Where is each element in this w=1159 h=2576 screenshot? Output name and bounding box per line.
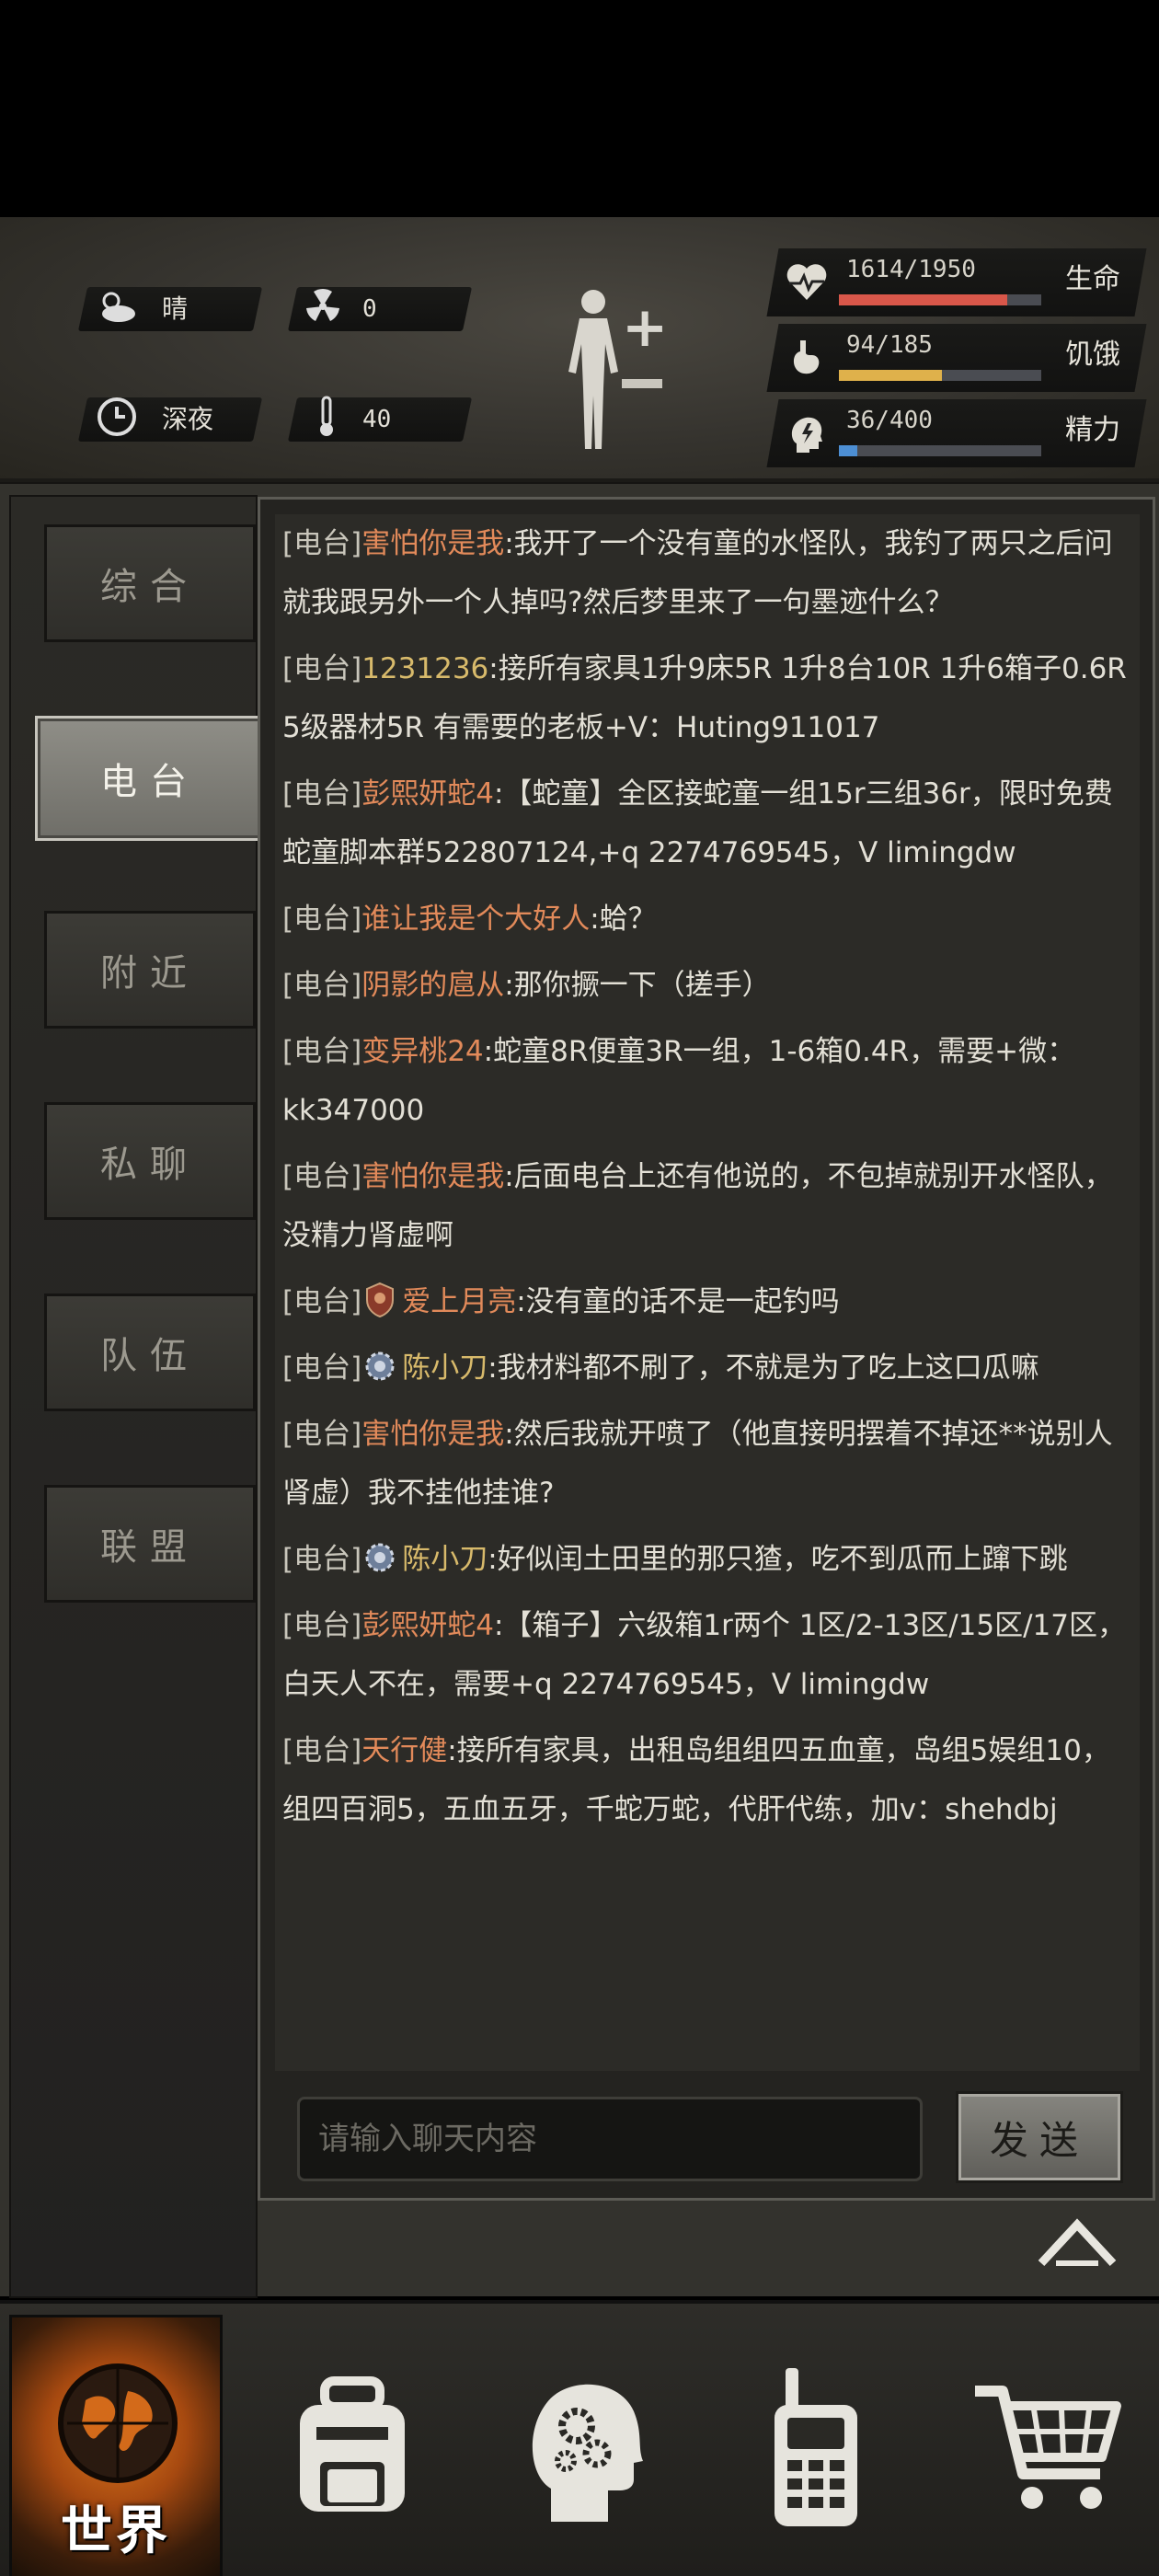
sender-name[interactable]: 陈小刀 <box>402 1351 488 1385</box>
energy-label: 精力 <box>1065 414 1120 446</box>
hunger-bar <box>839 370 1041 381</box>
tab-general[interactable]: 综合 <box>44 524 256 642</box>
sender-name[interactable]: 谁让我是个大好人 <box>361 903 590 936</box>
message-list[interactable]: [电台]害怕你是我:我开了一个没有童的水怪队，我钓了两只之后问就我跟另外一个人掉… <box>275 514 1140 2071</box>
chat-frame: [电台]害怕你是我:我开了一个没有童的水怪队，我钓了两只之后问就我跟另外一个人掉… <box>258 497 1155 2201</box>
bottom-navigation: 世界 <box>0 2300 1159 2576</box>
tab-nearby[interactable]: 附近 <box>44 911 256 1029</box>
hunger-value: 94/185 <box>846 331 933 359</box>
chat-message: [电台]谁让我是个大好人:蛤？ <box>282 903 657 936</box>
health-stat: 1614/1950 生命 <box>766 248 1147 316</box>
chat-input[interactable]: 请输入聊天内容 <box>297 2097 923 2181</box>
shield-badge-icon <box>363 1280 396 1318</box>
sender-name[interactable]: 陈小刀 <box>402 1543 488 1576</box>
weather-icon <box>94 283 140 329</box>
sender-name[interactable]: 害怕你是我 <box>361 527 504 560</box>
hunger-stat: 94/185 饥饿 <box>766 324 1147 392</box>
tab-team[interactable]: 队伍 <box>44 1294 256 1411</box>
nav-backpack-button[interactable] <box>247 2315 458 2576</box>
thermometer-icon <box>304 394 350 440</box>
time-value: 深夜 <box>162 404 214 434</box>
energy-bar <box>839 445 1041 456</box>
chat-message: [电台]彭熙妍蛇4:【蛇童】全区接蛇童一组15r三组36r，限时免费蛇童脚本群5… <box>282 777 1113 869</box>
radiation-value: 0 <box>362 295 377 323</box>
tab-alliance[interactable]: 联盟 <box>44 1485 256 1603</box>
chat-message: [电台]害怕你是我:我开了一个没有童的水怪队，我钓了两只之后问就我跟另外一个人掉… <box>282 527 1113 619</box>
health-label: 生命 <box>1065 263 1120 295</box>
health-value: 1614/1950 <box>846 256 976 283</box>
clock-icon <box>94 394 140 440</box>
walkie-talkie-icon <box>775 2368 857 2526</box>
chat-message: [电台] 陈小刀:好似闰土田里的那只猹，吃不到瓜而上蹿下跳 <box>275 1530 1140 1596</box>
energy-value: 36/400 <box>846 407 933 434</box>
sender-name[interactable]: 阴影的扈从 <box>361 969 504 1002</box>
sender-name[interactable]: 害怕你是我 <box>361 1418 504 1451</box>
body-status-icon[interactable] <box>561 287 625 453</box>
gear-badge-icon <box>363 1346 396 1383</box>
globe-icon <box>58 2363 178 2483</box>
sender-name[interactable]: 变异桃24 <box>361 1035 483 1068</box>
chat-message: [电台] 爱上月亮:没有童的话不是一起钓吗 <box>275 1272 1140 1339</box>
chat-message: [电台]彭熙妍蛇4:【箱子】六级箱1r两个 1区/2-13区/15区/17区，白… <box>282 1609 1127 1701</box>
heart-pulse-icon <box>784 259 830 305</box>
send-button[interactable]: 发送 <box>956 2091 1123 2183</box>
chat-message: [电台]害怕你是我:后面电台上还有他说的，不包掉就别开水怪队，没精力肾虚啊 <box>282 1160 1113 1252</box>
nav-world-label: 世界 <box>61 2501 171 2561</box>
hunger-label: 饥饿 <box>1065 339 1120 371</box>
chat-panel: 综合 电台 附近 私聊 队伍 联盟 [电台]害怕你是我:我开了一个没有童的水怪队… <box>0 482 1159 2298</box>
sender-name[interactable]: 害怕你是我 <box>361 1160 504 1193</box>
head-energy-icon <box>784 410 830 456</box>
chat-message: [电台] 陈小刀:我材料都不刷了，不就是为了吃上这口瓜嘛 <box>275 1339 1140 1405</box>
stomach-icon <box>784 335 830 381</box>
chat-message: [电台]阴影的扈从:那你撅一下（搓手） <box>282 969 771 1002</box>
chat-message: [电台]变异桃24:蛇童8R便童3R一组，1-6箱0.4R，需要+微：kk347… <box>282 1035 1076 1127</box>
sender-name[interactable]: 爱上月亮 <box>402 1285 516 1318</box>
sender-name[interactable]: 彭熙妍蛇4 <box>361 1609 494 1642</box>
energy-stat: 36/400 精力 <box>766 399 1147 467</box>
shopping-cart-icon <box>975 2386 1121 2509</box>
tab-private[interactable]: 私聊 <box>44 1102 256 1220</box>
sender-name[interactable]: 彭熙妍蛇4 <box>361 777 494 811</box>
head-gears-icon <box>532 2384 643 2522</box>
plus-icon: + <box>622 295 669 360</box>
nav-radio-button[interactable] <box>710 2315 922 2576</box>
minus-icon <box>622 379 662 388</box>
nav-skills-button[interactable] <box>478 2315 690 2576</box>
collapse-up-icon[interactable] <box>1036 2214 1119 2269</box>
backpack-icon <box>300 2376 405 2512</box>
health-bar <box>839 294 1041 305</box>
temperature-value: 40 <box>362 406 392 433</box>
nav-world-button[interactable]: 世界 <box>9 2315 223 2576</box>
nav-shop-button[interactable] <box>942 2315 1153 2576</box>
sender-name[interactable]: 天行健 <box>361 1734 447 1767</box>
radiation-icon <box>300 283 346 329</box>
chat-message: [电台]害怕你是我:然后我就开喷了（他直接明摆着不掉还**说别人肾虚）我不挂他挂… <box>282 1418 1113 1510</box>
weather-value: 晴 <box>162 293 189 324</box>
chat-message: [电台]天行健:接所有家具，出租岛组组四五血童，岛组5娱组10，组四百洞5，五血… <box>282 1734 1110 1826</box>
sender-name[interactable]: 1231236 <box>361 652 488 685</box>
tab-radio[interactable]: 电台 <box>35 716 265 841</box>
chat-message: [电台]1231236:接所有家具1升9床5R 1升8台10R 1升6箱子0.6… <box>282 652 1127 744</box>
gear-badge-icon <box>363 1537 396 1574</box>
